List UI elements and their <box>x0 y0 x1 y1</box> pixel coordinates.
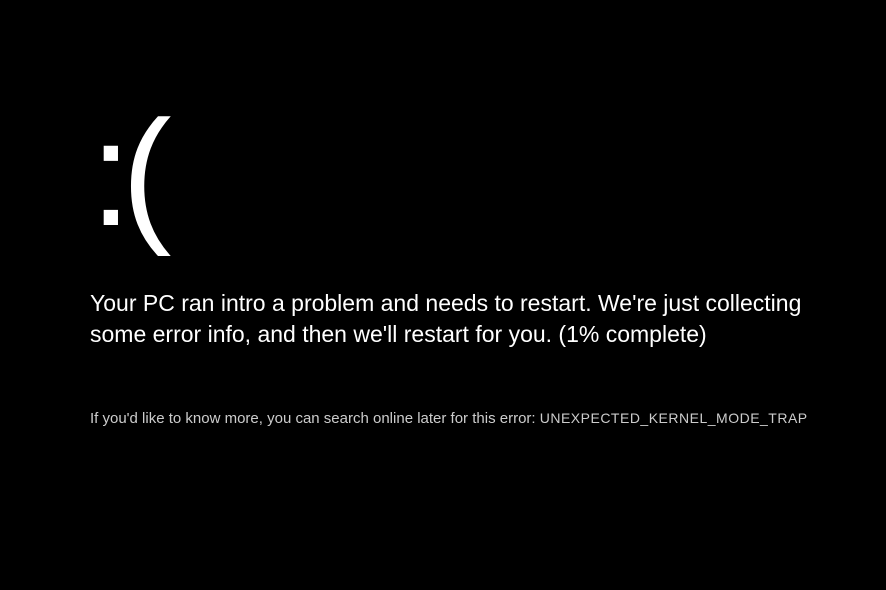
error-code: UNEXPECTED_KERNEL_MODE_TRAP <box>540 410 808 426</box>
error-main-message: Your PC ran intro a problem and needs to… <box>90 288 810 350</box>
error-secondary-message: If you'd like to know more, you can sear… <box>90 410 810 427</box>
sad-face-icon: :( <box>90 98 810 248</box>
bsod-screen: :( Your PC ran intro a problem and needs… <box>90 98 810 427</box>
error-hint-text: If you'd like to know more, you can sear… <box>90 410 540 427</box>
